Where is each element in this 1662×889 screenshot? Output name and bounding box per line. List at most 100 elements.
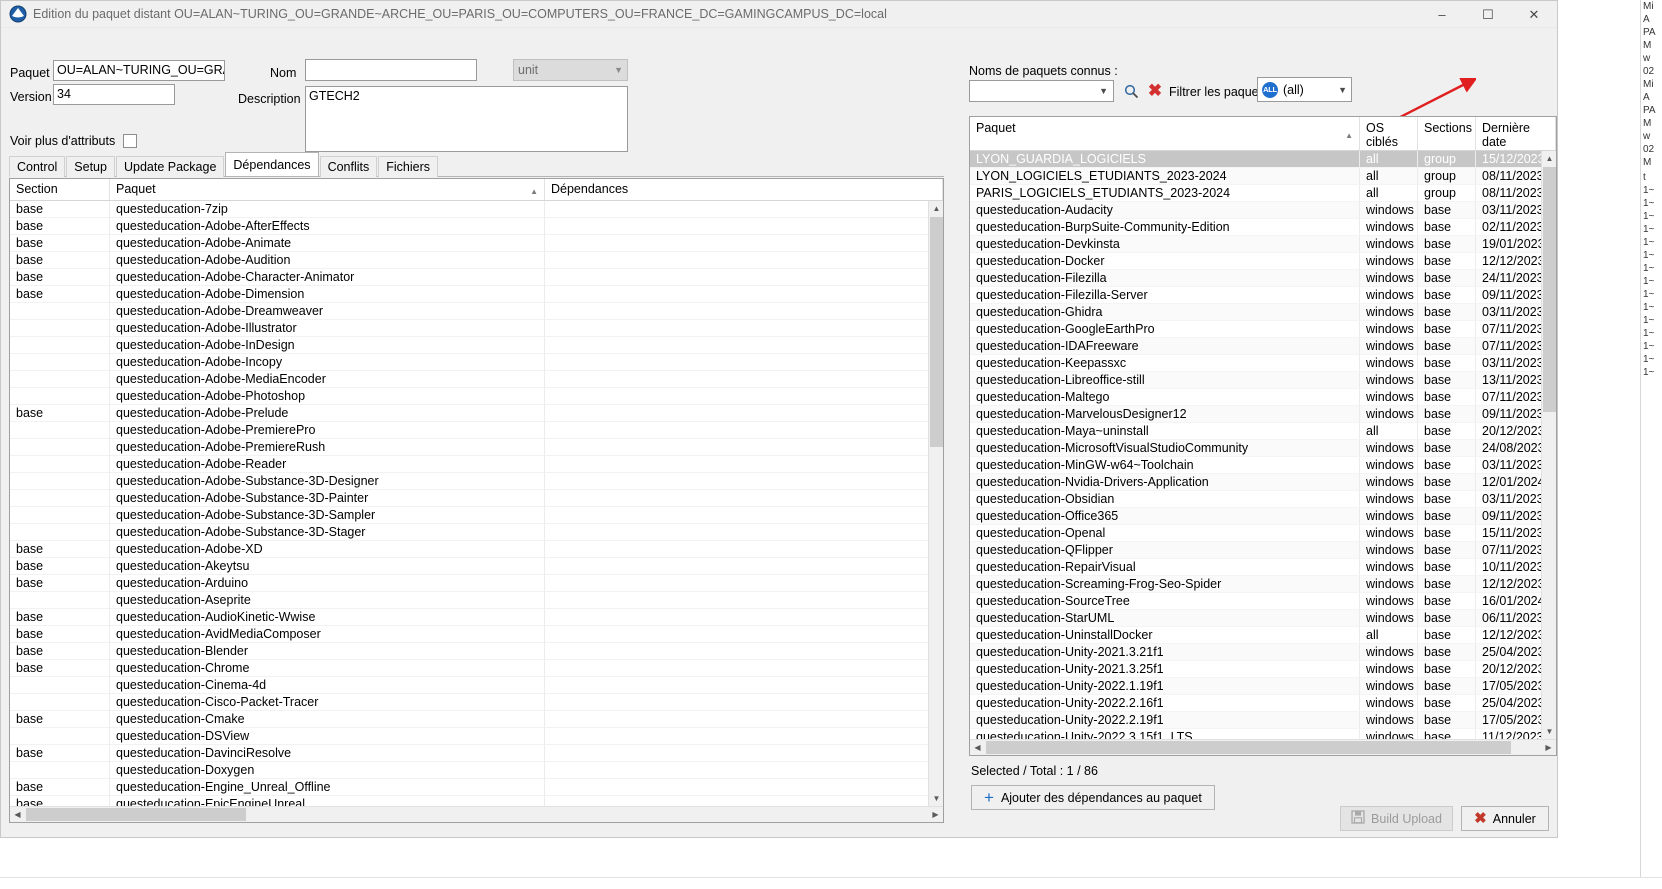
table-row[interactable]: LYON_LOGICIELS_ETUDIANTS_2023-2024 all gro… <box>970 168 1556 185</box>
table-row[interactable]: base questeducation-Adobe-Animate <box>10 235 943 252</box>
tab-setup[interactable]: Setup <box>66 156 115 177</box>
table-row[interactable]: questeducation-Adobe-Illustrator <box>10 320 943 337</box>
table-row[interactable]: questeducation-Cinema-4d <box>10 677 943 694</box>
tab-fichiers[interactable]: Fichiers <box>378 156 439 177</box>
tab-conflits[interactable]: Conflits <box>319 156 378 177</box>
table-row[interactable]: questeducation-Unity-2022.2.16f1 windows b… <box>970 695 1556 712</box>
table-row[interactable]: questeducation-MicrosoftVisualStudioComm… <box>970 440 1556 457</box>
tab-dependances[interactable]: Dépendances <box>225 152 319 176</box>
clear-filter-icon[interactable]: ✖ <box>1145 81 1165 101</box>
table-row[interactable]: base questeducation-Adobe-Prelude <box>10 405 943 422</box>
table-row[interactable]: questeducation-BurpSuite-Community-Editi… <box>970 219 1556 236</box>
scroll-left-icon[interactable]: ◀ <box>970 740 985 755</box>
more-attributes-checkbox[interactable] <box>123 134 138 148</box>
table-row[interactable]: questeducation-Unity-2022.2.19f1 windows b… <box>970 712 1556 729</box>
paquet-input[interactable]: OU=ALAN~TURING_OU=GRAND <box>53 60 225 81</box>
table-row[interactable]: base questeducation-DavinciResolve <box>10 745 943 762</box>
dependencies-grid-body[interactable]: base questeducation-7zip base questeducatio… <box>10 201 943 806</box>
add-dependencies-button[interactable]: + Ajouter des dépendances au paquet <box>971 785 1215 810</box>
table-row[interactable]: base questeducation-Adobe-Audition <box>10 252 943 269</box>
table-row[interactable]: base questeducation-Chrome <box>10 660 943 677</box>
known-packages-vscroll-thumb[interactable] <box>1543 167 1556 412</box>
table-row[interactable]: questeducation-Unity-2021.3.25f1 windows b… <box>970 661 1556 678</box>
table-row[interactable]: questeducation-Adobe-Substance-3D-Painte… <box>10 490 943 507</box>
table-row[interactable]: questeducation-Keepassxc windows base 03/11… <box>970 355 1556 372</box>
table-row[interactable]: base questeducation-7zip <box>10 201 943 218</box>
table-row[interactable]: PARIS_LOGICIELS_ETUDIANTS_2023-2024 all gr… <box>970 185 1556 202</box>
table-row[interactable]: base questeducation-Blender <box>10 643 943 660</box>
table-row[interactable]: questeducation-Devkinsta windows base 19/01… <box>970 236 1556 253</box>
table-row[interactable]: questeducation-Audacity windows base 03/11/… <box>970 202 1556 219</box>
table-row[interactable]: questeducation-Adobe-Incopy <box>10 354 943 371</box>
table-row[interactable]: base questeducation-Akeytsu <box>10 558 943 575</box>
table-row[interactable]: questeducation-Office365 windows base 09/11… <box>970 508 1556 525</box>
tab-update-package[interactable]: Update Package <box>115 156 225 177</box>
known-packages-grid-vscrollbar[interactable]: ▲ ▼ <box>1541 151 1556 739</box>
table-row[interactable]: questeducation-Filezilla-Server windows ba… <box>970 287 1556 304</box>
table-row[interactable]: questeducation-Openal windows base 15/11/20… <box>970 525 1556 542</box>
table-row[interactable]: questeducation-Adobe-PremiereRush <box>10 439 943 456</box>
scroll-right-icon[interactable]: ▶ <box>928 807 943 822</box>
table-row[interactable]: questeducation-UninstallDocker all base 12/… <box>970 627 1556 644</box>
table-row[interactable]: questeducation-Screaming-Frog-Seo-Spider… <box>970 576 1556 593</box>
column-header-dependances[interactable]: Dépendances <box>545 179 943 200</box>
table-row[interactable]: questeducation-Unity-2022.1.19f1 windows b… <box>970 678 1556 695</box>
scroll-up-icon[interactable]: ▲ <box>1542 151 1556 166</box>
unit-combo[interactable]: unit ▼ <box>513 59 628 81</box>
build-upload-button[interactable]: Build Upload <box>1340 806 1453 831</box>
table-row[interactable]: questeducation-QFlipper windows base 07/11/… <box>970 542 1556 559</box>
column-header-os-cibles[interactable]: OS ciblés <box>1360 117 1418 150</box>
dependencies-grid-hscroll-thumb[interactable] <box>26 808 246 821</box>
maximize-button[interactable]: ☐ <box>1465 1 1511 28</box>
close-button[interactable]: ✕ <box>1511 1 1557 28</box>
table-row[interactable]: base questeducation-EpicEngineUnreal <box>10 796 943 806</box>
filter-packages-combo[interactable]: ALL (all) ▼ <box>1257 77 1352 102</box>
table-row[interactable]: questeducation-StarUML windows base 06/11/2… <box>970 610 1556 627</box>
scroll-right-icon[interactable]: ▶ <box>1541 740 1556 755</box>
known-packages-hscroll-thumb[interactable] <box>986 741 1511 754</box>
table-row[interactable]: questeducation-Adobe-MediaEncoder <box>10 371 943 388</box>
table-row[interactable]: questeducation-Libreoffice-still windows b… <box>970 372 1556 389</box>
table-row[interactable]: questeducation-Maya~uninstall all base 20/1… <box>970 423 1556 440</box>
table-row[interactable]: questeducation-Docker windows base 12/12/20… <box>970 253 1556 270</box>
table-row[interactable]: questeducation-Maltego windows base 07/11/2… <box>970 389 1556 406</box>
table-row[interactable]: questeducation-Filezilla windows base 24/11… <box>970 270 1556 287</box>
nom-input[interactable] <box>305 59 477 81</box>
table-row[interactable]: questeducation-GoogleEarthPro windows base… <box>970 321 1556 338</box>
column-header-section[interactable]: Section <box>10 179 110 200</box>
column-header-derniere-date-signature[interactable]: Dernière date signature <box>1476 117 1556 150</box>
table-row[interactable]: LYON_GUARDIA_LOGICIELS all group 15/12/2023… <box>970 151 1556 168</box>
table-row[interactable]: questeducation-Obsidian windows base 03/11/… <box>970 491 1556 508</box>
table-row[interactable]: base questeducation-Adobe-Dimension <box>10 286 943 303</box>
table-row[interactable]: base questeducation-AvidMediaComposer <box>10 626 943 643</box>
table-row[interactable]: questeducation-Unity-2022.3.15f1_LTS wind… <box>970 729 1556 739</box>
table-row[interactable]: questeducation-IDAFreeware windows base 07/… <box>970 338 1556 355</box>
table-row[interactable]: base questeducation-Engine_Unreal_Offline <box>10 779 943 796</box>
dependencies-grid-vscroll-thumb[interactable] <box>930 217 943 447</box>
table-row[interactable]: questeducation-Adobe-Reader <box>10 456 943 473</box>
table-row[interactable]: base questeducation-Adobe-AfterEffects <box>10 218 943 235</box>
table-row[interactable]: base questeducation-Adobe-XD <box>10 541 943 558</box>
scroll-down-icon[interactable]: ▼ <box>929 791 943 806</box>
known-packages-combo[interactable]: ▼ <box>969 80 1114 102</box>
description-input[interactable]: GTECH2 <box>305 86 628 152</box>
table-row[interactable]: base questeducation-Cmake <box>10 711 943 728</box>
table-row[interactable]: questeducation-Adobe-Substance-3D-Sample… <box>10 507 943 524</box>
table-row[interactable]: base questeducation-Arduino <box>10 575 943 592</box>
table-row[interactable]: questeducation-Doxygen <box>10 762 943 779</box>
version-input[interactable]: 34 <box>53 84 175 105</box>
table-row[interactable]: questeducation-Adobe-Substance-3D-Design… <box>10 473 943 490</box>
minimize-button[interactable]: – <box>1419 1 1465 28</box>
table-row[interactable]: base questeducation-AudioKinetic-Wwise <box>10 609 943 626</box>
table-row[interactable]: questeducation-Adobe-Substance-3D-Stager <box>10 524 943 541</box>
table-row[interactable]: questeducation-Adobe-Photoshop <box>10 388 943 405</box>
table-row[interactable]: questeducation-Unity-2021.3.21f1 windows b… <box>970 644 1556 661</box>
more-attributes-row[interactable]: Voir plus d'attributs <box>10 134 138 148</box>
search-icon[interactable] <box>1121 81 1141 101</box>
table-row[interactable]: questeducation-Nvidia-Drivers-Applicatio… <box>970 474 1556 491</box>
table-row[interactable]: base questeducation-Adobe-Character-Anima… <box>10 269 943 286</box>
table-row[interactable]: questeducation-Aseprite <box>10 592 943 609</box>
cancel-button[interactable]: ✖ Annuler <box>1461 806 1549 831</box>
table-row[interactable]: questeducation-RepairVisual windows base 10… <box>970 559 1556 576</box>
scroll-up-icon[interactable]: ▲ <box>929 201 943 216</box>
